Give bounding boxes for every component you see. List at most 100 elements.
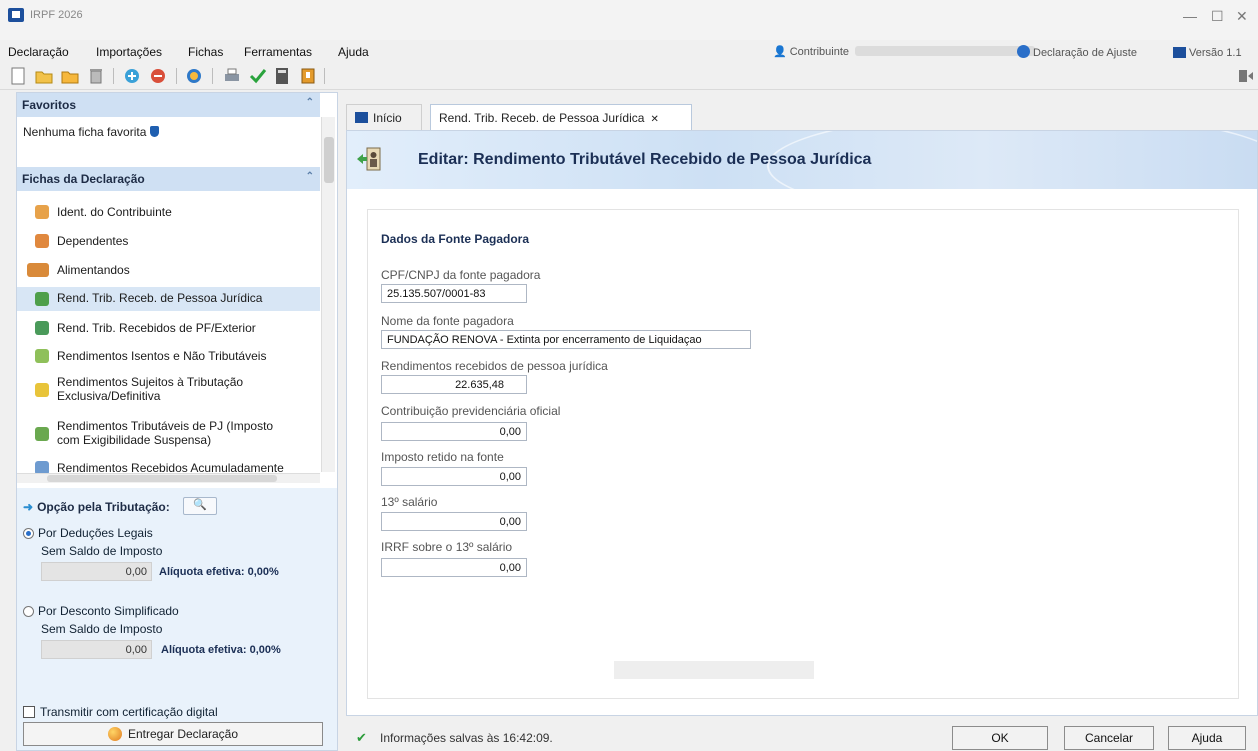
version-indicator[interactable]: Versão 1.1	[1173, 45, 1242, 59]
tax-option-panel: ➜ Opção pela Tributação: 🔍 Por Deduções L…	[17, 488, 337, 750]
nome-input[interactable]: FUNDAÇÃO RENOVA - Extinta por encerramen…	[381, 330, 751, 349]
sidebar-item-ident-contribuinte[interactable]: Ident. do Contribuinte	[17, 205, 320, 219]
contribuinte-indicator[interactable]: 👤 Contribuinte	[773, 45, 1036, 58]
declaracao-label: Declaração de Ajuste	[1033, 47, 1137, 59]
declaracao-indicator[interactable]: Declaração de Ajuste	[1017, 45, 1137, 59]
irrf-label: IRRF sobre o 13º salário	[381, 540, 513, 554]
user-icon: 👤	[773, 46, 787, 58]
folder-icon[interactable]	[60, 66, 80, 86]
sidebar-item-label: Ident. do Contribuinte	[57, 205, 172, 219]
exempt-income-icon	[35, 349, 49, 363]
toolbar-separator	[324, 68, 325, 84]
menu-declaracao[interactable]: Declaração	[8, 45, 69, 59]
sidebar-item-alimentandos[interactable]: Alimentandos	[17, 263, 320, 277]
simplified-rate: Alíquota efetiva: 0,00%	[161, 644, 281, 656]
radio-desconto-simplificado[interactable]: Por Desconto Simplificado	[23, 604, 179, 618]
editor-banner: Editar: Rendimento Tributável Recebido d…	[347, 131, 1257, 189]
cpf-input[interactable]: 25.135.507/0001-83	[381, 284, 527, 303]
sidebar-vertical-scrollbar[interactable]	[321, 117, 335, 472]
toolbar-separator	[212, 68, 213, 84]
cert-checkbox[interactable]: Transmitir com certificação digital	[23, 705, 218, 719]
open-folder-icon[interactable]	[34, 66, 54, 86]
menu-importacoes[interactable]: Importações	[96, 45, 162, 59]
sidebar-item-label: Rendimentos Sujeitos à Tributação Exclus…	[57, 375, 244, 403]
sidebar-item-dependentes[interactable]: Dependentes	[17, 234, 320, 248]
sidebar-item-label: Rend. Trib. Receb. de Pessoa Jurídica	[57, 291, 263, 305]
arrow-icon: ➜	[23, 500, 34, 514]
tab-label: Rend. Trib. Receb. de Pessoa Jurídica	[439, 111, 645, 125]
income-pj-icon	[35, 292, 49, 306]
collapse-icon[interactable]: ⌃	[306, 171, 314, 182]
sidebar-item-label: Dependentes	[57, 234, 129, 248]
maximize-icon[interactable]: ☐	[1211, 8, 1224, 25]
cpf-label: CPF/CNPJ da fonte pagadora	[381, 268, 541, 282]
menu-ajuda[interactable]: Ajuda	[338, 45, 369, 59]
deliver-label: Entregar Declaração	[127, 727, 239, 741]
tax-search-button[interactable]: 🔍	[183, 497, 217, 515]
sidebar-item-label: Alimentandos	[57, 263, 130, 277]
cancel-button[interactable]: Cancelar	[1064, 726, 1154, 750]
irrf-input[interactable]: 0,00	[381, 558, 527, 577]
globe-icon	[107, 727, 122, 741]
fichas-header[interactable]: Fichas da Declaração ⌃	[17, 167, 320, 191]
section-title: Dados da Fonte Pagadora	[381, 232, 530, 246]
exit-icon[interactable]	[1236, 66, 1256, 86]
calculator-icon[interactable]	[272, 66, 292, 86]
exclusive-tax-icon	[35, 383, 49, 397]
versao-label: Versão 1.1	[1189, 47, 1242, 59]
dependents-icon	[35, 234, 49, 248]
tax-option-title: Opção pela Tributação:	[37, 500, 170, 514]
legal-status: Sem Saldo de Imposto	[41, 544, 163, 558]
ok-button[interactable]: OK	[952, 726, 1048, 750]
book-icon[interactable]	[298, 66, 318, 86]
sidebar-item-exigibilidade-suspensa[interactable]: Rendimentos Tributáveis de PJ (Imposto c…	[17, 419, 287, 447]
sidebar-item-label: Rendimentos Tributáveis de PJ (Imposto c…	[57, 419, 274, 447]
radio-deducoes-legais[interactable]: Por Deduções Legais	[23, 526, 153, 540]
tab-inicio[interactable]: Início	[346, 104, 422, 130]
decimo-input[interactable]: 0,00	[381, 512, 527, 531]
collapse-icon[interactable]: ⌃	[306, 97, 314, 108]
sidebar-item-isentos[interactable]: Rendimentos Isentos e Não Tributáveis	[17, 349, 320, 363]
radio-label: Por Desconto Simplificado	[38, 604, 179, 618]
new-file-icon[interactable]	[8, 66, 28, 86]
sidebar-item-rend-trib-pj[interactable]: Rend. Trib. Receb. de Pessoa Jurídica	[17, 287, 320, 311]
trash-icon[interactable]	[86, 66, 106, 86]
editor-title: Editar: Rendimento Tributável Recebido d…	[418, 151, 872, 168]
contrib-input[interactable]: 0,00	[381, 422, 527, 441]
close-tab-icon[interactable]: ✕	[650, 114, 658, 125]
sidebar-item-exclusiva[interactable]: Rendimentos Sujeitos à Tributação Exclus…	[17, 375, 277, 403]
app-icon	[8, 8, 24, 22]
checkbox-icon	[23, 706, 35, 718]
imposto-input[interactable]: 0,00	[381, 467, 527, 486]
status-bar: ✔ Informações salvas às 16:42:09. OK Can…	[346, 718, 1258, 751]
minimize-icon[interactable]: —	[1183, 8, 1197, 24]
placeholder-bar	[614, 661, 814, 679]
favorites-header[interactable]: Favoritos ⌃	[17, 93, 320, 117]
menu-fichas[interactable]: Fichas	[188, 45, 223, 59]
menu-bar: Declaração Importações Fichas Ferramenta…	[0, 40, 1258, 62]
nome-label: Nome da fonte pagadora	[381, 314, 514, 328]
legal-rate: Alíquota efetiva: 0,00%	[159, 566, 279, 578]
tab-rend-trib-pj[interactable]: Rend. Trib. Receb. de Pessoa Jurídica ✕	[430, 104, 692, 130]
toolbar	[0, 62, 1258, 90]
close-icon[interactable]: ✕	[1236, 8, 1248, 25]
scroll-thumb[interactable]	[47, 475, 277, 482]
transmit-icon[interactable]	[184, 66, 204, 86]
sidebar-item-label: Rendimentos Isentos e Não Tributáveis	[57, 349, 267, 363]
import-icon[interactable]	[122, 66, 142, 86]
sidebar-item-rend-trib-pf[interactable]: Rend. Trib. Recebidos de PF/Exterior	[17, 321, 320, 335]
search-icon: 🔍	[193, 499, 207, 511]
contrib-label: Contribuição previdenciária oficial	[381, 404, 561, 418]
menu-ferramentas[interactable]: Ferramentas	[244, 45, 312, 59]
rend-input[interactable]: 22.635,48	[381, 375, 527, 394]
redacted-contribuinte	[855, 46, 1036, 56]
check-icon[interactable]	[248, 66, 268, 86]
print-icon[interactable]	[222, 66, 242, 86]
scroll-thumb[interactable]	[324, 137, 334, 183]
deliver-button[interactable]: Entregar Declaração	[23, 722, 323, 746]
sidebar-horizontal-scrollbar[interactable]	[17, 473, 320, 483]
export-icon[interactable]	[148, 66, 168, 86]
favorites-empty: Nenhuma ficha favorita	[23, 125, 160, 139]
contribuinte-label: Contribuinte	[789, 46, 850, 58]
help-button[interactable]: Ajuda	[1168, 726, 1246, 750]
